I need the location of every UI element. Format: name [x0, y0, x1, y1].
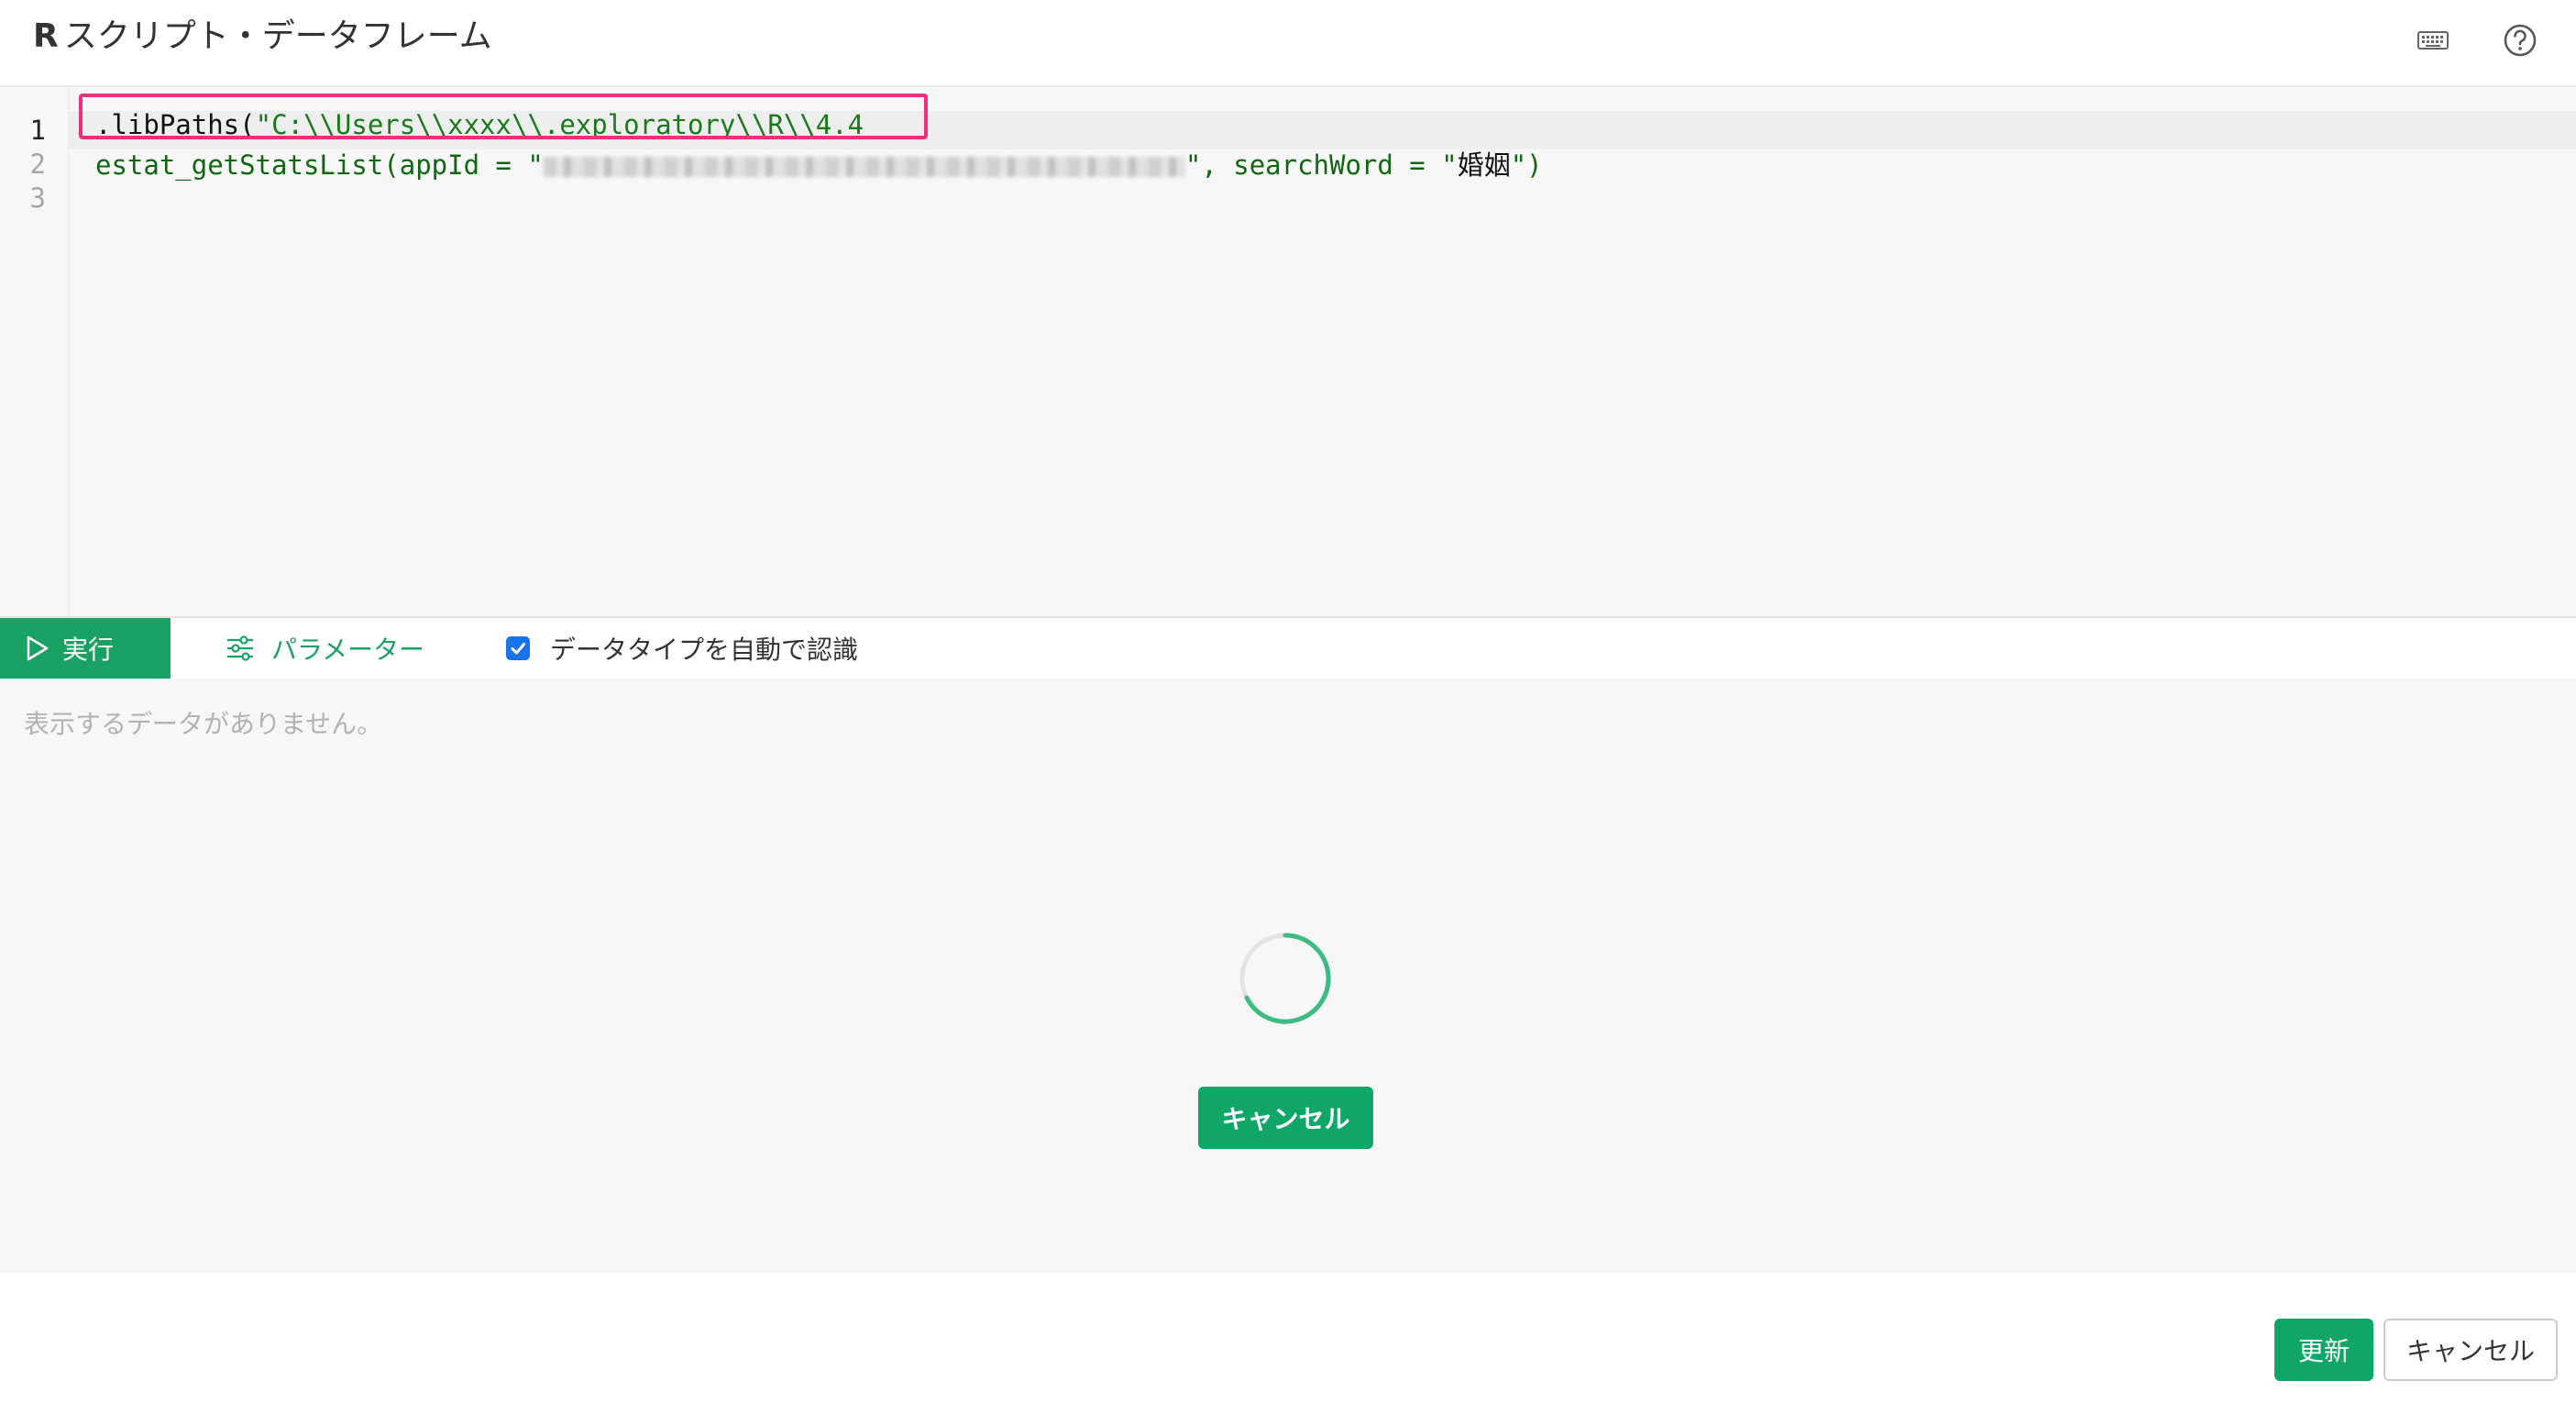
keyboard-icon[interactable]: [2413, 20, 2453, 61]
cancel-execution-button[interactable]: キャンセル: [1198, 1087, 1373, 1149]
run-label: 実行: [62, 635, 115, 665]
loading-spinner-icon: [1239, 933, 1331, 1024]
help-icon[interactable]: [2500, 20, 2540, 61]
auto-type-checkbox[interactable]: [506, 636, 530, 660]
auto-type-label: データタイプを自動で認識: [550, 635, 859, 665]
dialog-title: R スクリプト・データフレーム: [33, 17, 492, 57]
code-args: ", searchWord = ": [1184, 149, 1458, 181]
dialog-header: R スクリプト・データフレーム: [0, 0, 2576, 87]
dialog-footer: 更新 キャンセル: [0, 1273, 2576, 1403]
code-line-2[interactable]: estat_getStatsList(appId = " ", searchWor…: [95, 146, 1543, 184]
line-gutter: 1 2 3: [0, 87, 69, 616]
code-call: estat_getStatsList(appId = ": [95, 149, 544, 181]
highlight-box: [79, 94, 928, 139]
line-number-2: 2: [29, 149, 46, 180]
title-text: スクリプト・データフレーム: [63, 17, 492, 55]
code-search-word: 婚姻: [1457, 149, 1511, 181]
check-icon: [511, 643, 525, 655]
play-icon: [27, 635, 49, 661]
auto-type-checkbox-row[interactable]: データタイプを自動で認識: [506, 618, 858, 679]
run-button[interactable]: 実行: [0, 618, 171, 679]
sliders-icon: [227, 635, 253, 661]
redacted-app-id: [543, 157, 1185, 177]
run-toolbar: 実行 パラメーター データタイプを自動で認識: [0, 616, 2576, 679]
parameters-button[interactable]: パラメーター: [226, 618, 424, 679]
line-number-3: 3: [29, 182, 46, 214]
update-button[interactable]: 更新: [2274, 1319, 2373, 1381]
code-end: "): [1510, 149, 1543, 181]
line-number-1: 1: [29, 115, 46, 146]
title-prefix: R: [33, 17, 59, 55]
empty-message: 表示するデータがありません。: [24, 709, 383, 739]
code-editor[interactable]: 1 2 3 .libPaths("C:\\Users\\xxxx\\.explo…: [0, 87, 2576, 616]
parameters-label: パラメーター: [271, 635, 425, 665]
cancel-button[interactable]: キャンセル: [2383, 1319, 2558, 1381]
output-panel: 表示するデータがありません。 キャンセル: [0, 679, 2576, 1273]
